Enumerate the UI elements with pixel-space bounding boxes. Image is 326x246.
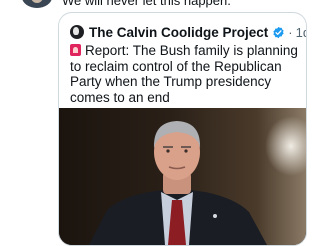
tweet-text: We will never let this happen.: [62, 0, 231, 8]
author-avatar[interactable]: [70, 25, 84, 39]
timestamp[interactable]: 1d: [296, 25, 306, 40]
quoted-tweet-text-block: Report: The Bush family is planning to r…: [70, 43, 300, 105]
quoted-tweet-card[interactable]: The Calvin Coolidge Project · 1d Report:…: [58, 12, 307, 246]
tweet-photo[interactable]: [59, 108, 306, 245]
reply-author-avatar[interactable]: [22, 0, 52, 8]
separator-dot: ·: [288, 24, 293, 40]
photo-illustration: [59, 108, 306, 245]
verified-badge-icon: [273, 26, 284, 38]
quoted-tweet-header: The Calvin Coolidge Project · 1d: [70, 23, 306, 41]
quoted-tweet-text: Report: The Bush family is planning to r…: [70, 43, 298, 105]
rotating-light-icon: [70, 44, 81, 56]
author-name[interactable]: The Calvin Coolidge Project: [89, 25, 268, 40]
